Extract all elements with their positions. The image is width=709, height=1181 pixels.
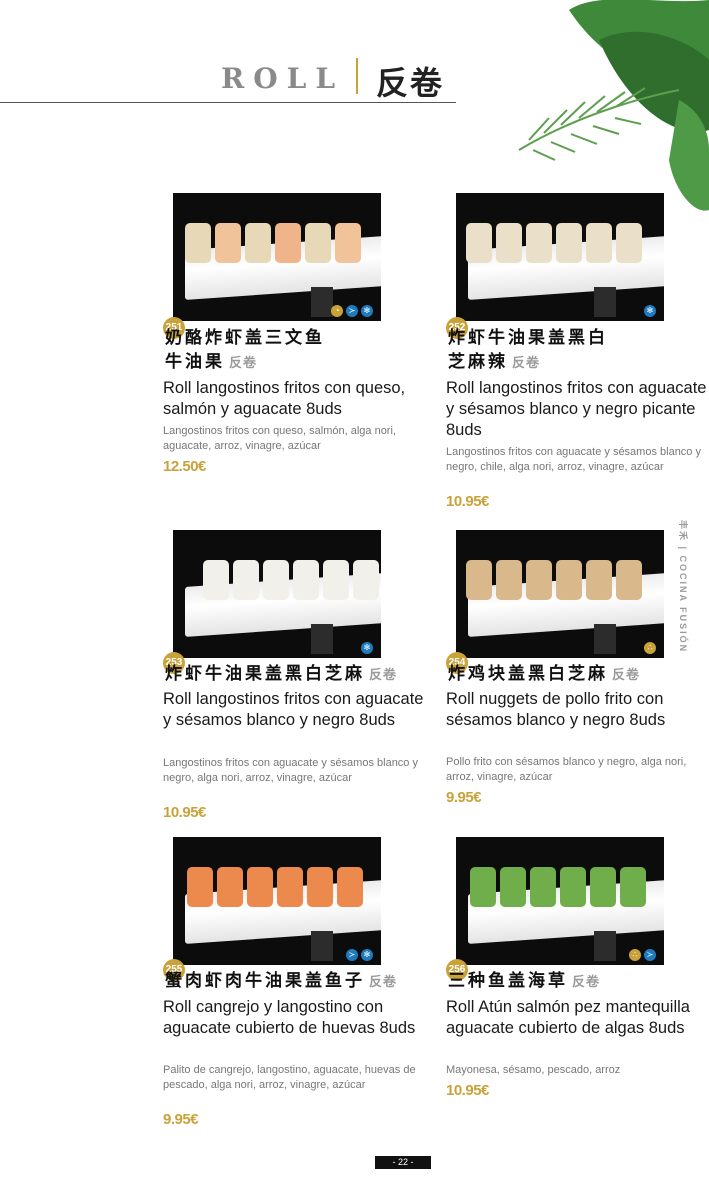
section-title-roll: ROLL — [221, 62, 345, 95]
dish-photo: ∴ — [456, 530, 664, 658]
item-spanish-name: Roll Atún salmón pez mantequilla aguacat… — [446, 998, 690, 1037]
fish-icon: ≻ — [346, 949, 358, 961]
item-price: 9.95€ — [446, 789, 482, 806]
sesame-icon: ∴ — [644, 642, 656, 654]
item-description: Langostinos fritos con queso, salmón, al… — [163, 425, 396, 452]
item-chinese-name: 炸虾牛油果盖黑白芝麻 反卷 — [165, 664, 398, 684]
item-spanish-name: Roll nuggets de pollo frito con sésamos … — [446, 690, 666, 729]
item-price: 9.95€ — [163, 1111, 199, 1128]
menu-item-255: ≻ ✻ 255 蟹肉虾肉牛油果盖鱼子 反卷 Roll cangrejo y lan… — [163, 837, 423, 1137]
dish-photo: ✻ — [173, 530, 381, 658]
fish-icon: ≻ — [346, 305, 358, 317]
dish-photo: ◔ ≻ ✻ — [173, 193, 381, 321]
crustacean-icon: ✻ — [361, 642, 373, 654]
dish-photo: ≻ ✻ — [173, 837, 381, 965]
sesame-icon: ∴ — [629, 949, 641, 961]
header-rule — [0, 102, 456, 103]
section-title-chinese: 反卷 — [376, 64, 445, 102]
crustacean-icon: ✻ — [361, 305, 373, 317]
dish-photo: ✻ — [456, 193, 664, 321]
menu-item-251: ◔ ≻ ✻ 251 奶酪炸虾盖三文鱼 牛油果 反卷 Roll langostino… — [163, 193, 423, 493]
allergen-icons: ◔ ≻ ✻ — [331, 305, 373, 317]
item-description: Pollo frito con sésamos blanco y negro, … — [446, 756, 687, 783]
item-spanish-name: Roll langostinos fritos con aguacate y s… — [446, 379, 707, 439]
item-description: Mayonesa, sésamo, pescado, arroz — [446, 1064, 621, 1076]
item-chinese-name: 蟹肉虾肉牛油果盖鱼子 反卷 — [165, 971, 398, 991]
fish-icon: ≻ — [644, 949, 656, 961]
crustacean-icon: ✻ — [644, 305, 656, 317]
menu-item-253: ✻ 253 炸虾牛油果盖黑白芝麻 反卷 Roll langostinos frit… — [163, 530, 424, 830]
crustacean-icon: ✻ — [361, 949, 373, 961]
item-chinese-name: 三种鱼盖海草 反卷 — [448, 971, 601, 991]
item-chinese-name: 炸虾牛油果盖黑白 芝麻辣 反卷 — [448, 328, 608, 372]
milk-icon: ◔ — [331, 305, 343, 317]
menu-item-256: ∴ ≻ 256 三种鱼盖海草 反卷 Roll Atún salmón pez ma… — [446, 837, 706, 1117]
menu-item-254: ∴ 254 炸鸡块盖黑白芝麻 反卷 Roll nuggets de pollo f… — [446, 530, 706, 820]
dish-photo: ∴ ≻ — [456, 837, 664, 965]
item-chinese-name: 炸鸡块盖黑白芝麻 反卷 — [448, 664, 641, 684]
page-number: - 22 - — [375, 1156, 431, 1169]
item-price: 10.95€ — [446, 1082, 489, 1099]
item-description: Palito de cangrejo, langostino, aguacate… — [163, 1064, 416, 1091]
allergen-icons: ∴ — [644, 642, 656, 654]
item-price: 12.50€ — [163, 458, 206, 475]
item-spanish-name: Roll cangrejo y langostino con aguacate … — [163, 998, 416, 1037]
item-chinese-name: 奶酪炸虾盖三文鱼 牛油果 反卷 — [165, 328, 325, 372]
allergen-icons: ≻ ✻ — [346, 949, 373, 961]
title-divider — [356, 58, 358, 94]
page-header: ROLL 反卷 — [0, 58, 460, 108]
menu-item-252: ✻ 252 炸虾牛油果盖黑白 芝麻辣 反卷 Roll langostinos fr… — [446, 193, 707, 523]
leaf-decoration — [509, 0, 709, 220]
item-description: Langostinos fritos con aguacate y sésamo… — [446, 446, 701, 473]
item-description: Langostinos fritos con aguacate y sésamo… — [163, 757, 418, 784]
item-spanish-name: Roll langostinos fritos con queso, salmó… — [163, 379, 406, 418]
allergen-icons: ∴ ≻ — [629, 949, 656, 961]
allergen-icons: ✻ — [644, 305, 656, 317]
item-spanish-name: Roll langostinos fritos con aguacate y s… — [163, 690, 424, 729]
item-price: 10.95€ — [446, 493, 489, 510]
item-price: 10.95€ — [163, 804, 206, 821]
allergen-icons: ✻ — [361, 642, 373, 654]
